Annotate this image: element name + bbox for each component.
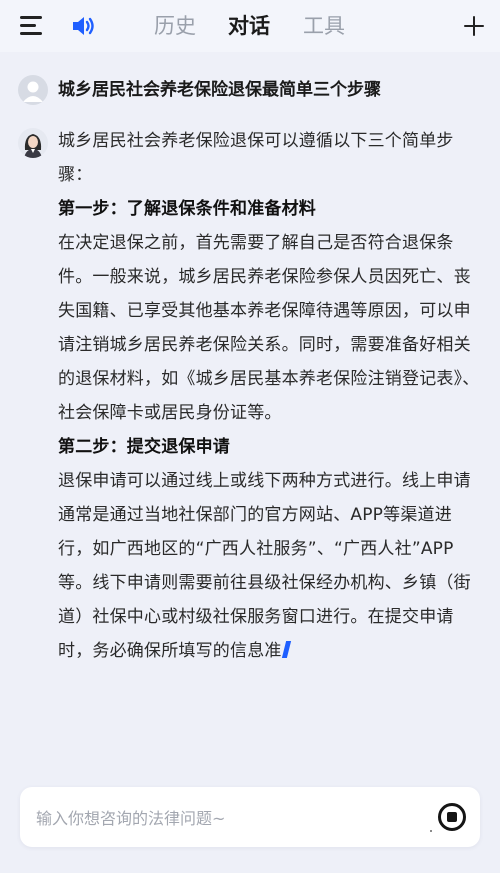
step1-title: 第一步：了解退保条件和准备材料 <box>58 199 316 219</box>
answer-body: 城乡居民社会养老保险退保可以遵循以下三个简单步骤： 第一步：了解退保条件和准备材… <box>58 124 483 668</box>
step1-body: 在决定退保之前，首先需要了解自己是否符合退保条件。一般来说，城乡居民养老保险参保… <box>58 233 480 423</box>
speaker-icon[interactable] <box>71 14 97 38</box>
stop-icon[interactable] <box>438 803 466 831</box>
question-text: 城乡居民社会养老保险退保最简单三个步骤 <box>58 80 381 100</box>
typing-cursor-icon <box>281 641 291 658</box>
top-bar: 历史 对话 工具 <box>0 0 500 52</box>
new-chat-plus-icon[interactable] <box>462 14 486 38</box>
user-question: 城乡居民社会养老保险退保最简单三个步骤 <box>18 74 488 106</box>
user-avatar <box>18 75 48 105</box>
tab-history[interactable]: 历史 <box>154 8 196 44</box>
input-bar <box>20 787 480 847</box>
menu-icon[interactable] <box>20 14 44 36</box>
question-input[interactable] <box>34 801 418 835</box>
tab-tools[interactable]: 工具 <box>303 8 345 44</box>
tab-chat[interactable]: 对话 <box>228 8 270 44</box>
step2-paragraph: 退保申请可以通过线上或线下两种方式进行。线上申请通常是通过当地社保部门的官方网站… <box>58 464 483 668</box>
decorative-dot <box>430 830 432 832</box>
step2-body: 退保申请可以通过线上或线下两种方式进行。线上申请通常是通过当地社保部门的官方网站… <box>58 471 471 661</box>
step2-title: 第二步：提交退保申请 <box>58 437 230 457</box>
answer-intro: 城乡居民社会养老保险退保可以遵循以下三个简单步骤： <box>58 131 454 185</box>
assistant-avatar <box>18 128 48 158</box>
